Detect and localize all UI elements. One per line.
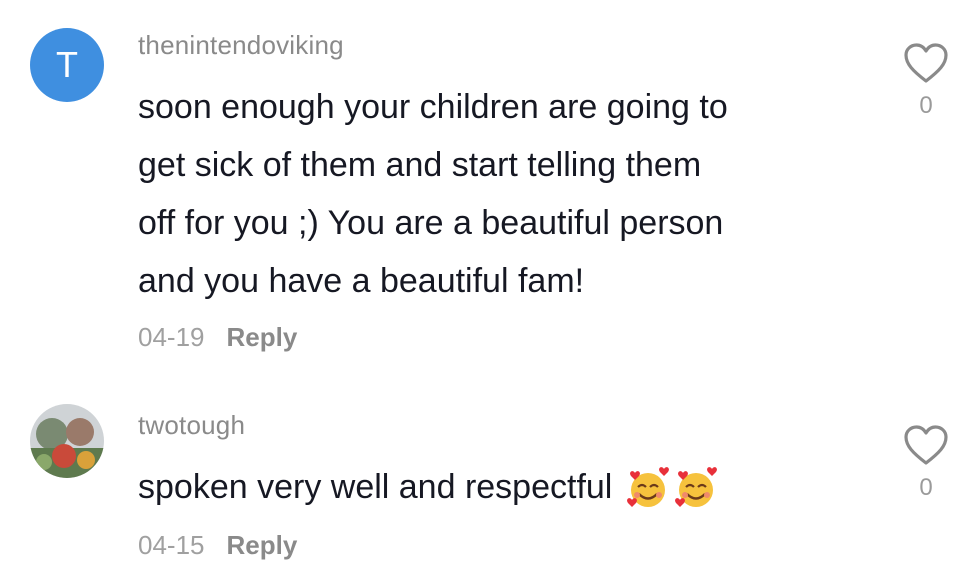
comment-item: twotough spoken very well and respectful…: [0, 390, 980, 586]
reply-button[interactable]: Reply: [227, 322, 298, 352]
comment-text-content: spoken very well and respectful: [138, 468, 613, 506]
heart-icon: [904, 425, 948, 465]
avatar[interactable]: [30, 404, 104, 478]
comment-date: 04-19: [138, 322, 205, 352]
avatar[interactable]: T: [30, 28, 104, 102]
comment-text-line: off for you ;) You are a beautiful perso…: [138, 204, 724, 242]
avatar-photo: [30, 404, 104, 478]
smiling-face-with-hearts-icon: [626, 467, 669, 508]
comment-username[interactable]: thenintendoviking: [138, 30, 344, 61]
comment-text: soon enough your children are going to g…: [138, 78, 858, 310]
comment-item: T thenintendoviking soon enough your chi…: [0, 0, 980, 380]
comment-text-line: and you have a beautiful fam!: [138, 262, 585, 300]
comment-text-line: get sick of them and start telling them: [138, 146, 702, 184]
like-count: 0: [919, 474, 933, 501]
smiling-face-with-hearts-icon: [674, 467, 717, 508]
heart-icon: [904, 43, 948, 83]
like-count: 0: [919, 92, 933, 119]
like-button[interactable]: 0: [896, 42, 956, 120]
comment-text: spoken very well and respectful: [138, 458, 858, 516]
comment-text-line: soon enough your children are going to: [138, 88, 728, 126]
like-button[interactable]: 0: [896, 424, 956, 502]
comment-meta: 04-15 Reply: [138, 530, 297, 561]
reply-button[interactable]: Reply: [227, 530, 298, 560]
comment-meta: 04-19 Reply: [138, 322, 297, 353]
avatar-letter: T: [56, 44, 78, 85]
comment-username[interactable]: twotough: [138, 410, 245, 441]
comment-date: 04-15: [138, 530, 205, 560]
